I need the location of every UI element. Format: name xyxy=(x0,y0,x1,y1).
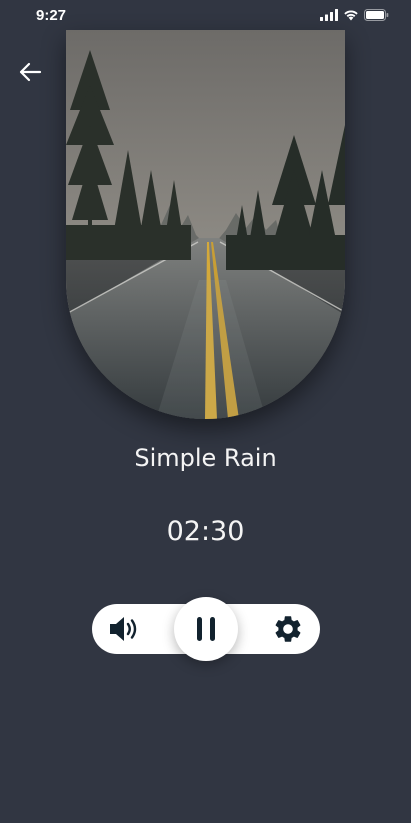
status-time: 9:27 xyxy=(36,7,67,24)
cellular-signal-icon xyxy=(320,9,338,21)
cover-image xyxy=(66,30,345,419)
volume-icon xyxy=(110,617,137,641)
timer: 02:30 xyxy=(166,516,245,547)
settings-button[interactable] xyxy=(268,611,308,647)
status-bar: 9:27 xyxy=(0,0,411,30)
battery-icon xyxy=(364,9,389,21)
gear-icon xyxy=(275,616,301,642)
wifi-icon xyxy=(344,10,358,21)
back-button[interactable] xyxy=(14,56,46,88)
status-icons xyxy=(320,9,389,21)
player-controls xyxy=(92,597,320,661)
volume-button[interactable] xyxy=(104,611,144,647)
arrow-left-icon xyxy=(19,62,42,82)
pause-button[interactable] xyxy=(174,597,238,661)
track-title: Simple Rain xyxy=(134,444,277,472)
pause-icon xyxy=(197,617,215,641)
